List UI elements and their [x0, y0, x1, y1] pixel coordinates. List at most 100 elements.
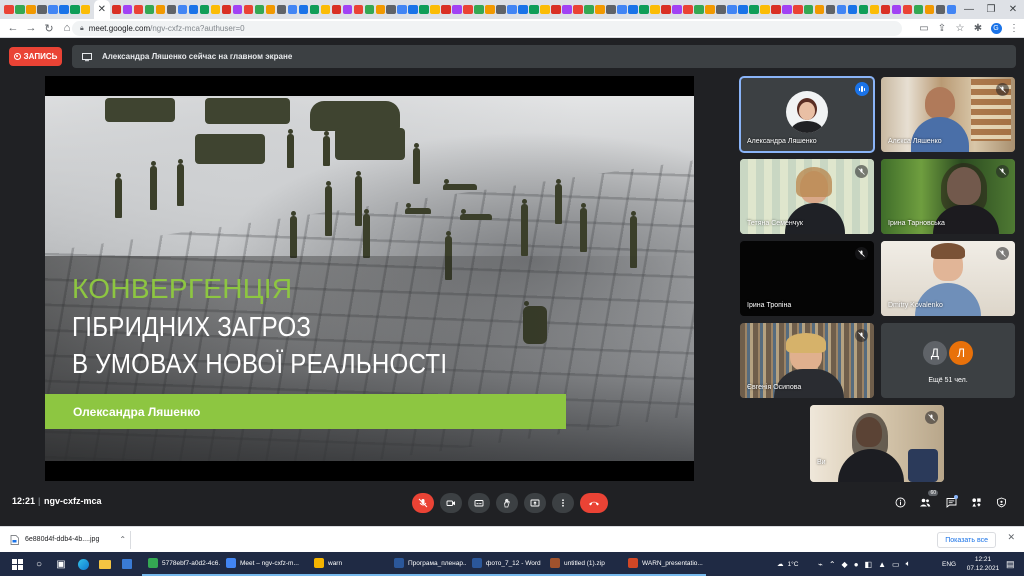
participant-tile[interactable]: Dmitry Kovalenko — [881, 241, 1015, 316]
browser-tab[interactable] — [485, 5, 495, 14]
browser-tab[interactable] — [540, 5, 550, 14]
browser-tab[interactable] — [716, 5, 726, 14]
participant-tile[interactable]: Ірина Тропіна — [740, 241, 874, 316]
browser-tab[interactable] — [287, 5, 298, 14]
browser-tab[interactable] — [232, 5, 243, 14]
browser-tab[interactable] — [595, 5, 605, 14]
browser-tab[interactable] — [847, 5, 858, 14]
profile-button[interactable]: G — [988, 20, 1004, 37]
browser-tab[interactable] — [836, 5, 847, 14]
browser-tab[interactable] — [177, 5, 188, 14]
browser-tab[interactable] — [694, 5, 704, 14]
edge-icon[interactable] — [72, 552, 94, 576]
browser-tab[interactable] — [639, 5, 649, 14]
tray-app-icon[interactable]: ◧ — [865, 560, 873, 569]
host-controls-button[interactable] — [993, 494, 1009, 510]
tray-app-icon[interactable]: ◆ — [842, 560, 848, 569]
browser-tab[interactable] — [452, 5, 462, 14]
browser-tab[interactable] — [331, 5, 342, 14]
browser-tab[interactable] — [408, 5, 419, 14]
taskbar-app[interactable]: фото_7_12 - Word — [466, 552, 544, 576]
browser-tab[interactable] — [265, 5, 276, 14]
network-icon[interactable]: ⌁ — [818, 560, 823, 569]
browser-tab[interactable] — [243, 5, 254, 14]
browser-tab[interactable] — [397, 5, 408, 14]
close-downloads-icon[interactable]: ✕ — [1007, 532, 1015, 543]
download-item[interactable]: 6e880d4f-ddb4-4b....jpg ⌃ — [0, 534, 126, 545]
taskbar-app[interactable]: 5778ebf7-a0d2-4c6... — [142, 552, 220, 576]
show-all-downloads-button[interactable]: Показать все — [937, 532, 996, 548]
more-options-button[interactable] — [552, 493, 574, 513]
browser-tab[interactable] — [551, 5, 561, 14]
bookmark-star-icon[interactable]: ☆ — [952, 20, 968, 37]
browser-tab[interactable] — [353, 5, 364, 14]
browser-tab[interactable] — [781, 5, 792, 14]
browser-tab[interactable] — [727, 5, 737, 14]
browser-tab[interactable] — [155, 5, 166, 14]
browser-tab[interactable] — [935, 5, 946, 14]
browser-tab[interactable] — [4, 5, 14, 14]
window-close-icon[interactable]: ✕ — [1002, 0, 1024, 19]
browser-tab[interactable] — [122, 5, 133, 14]
participants-button[interactable]: 60 — [917, 490, 938, 510]
browser-tab[interactable] — [364, 5, 375, 14]
browser-tab[interactable] — [276, 5, 287, 14]
browser-tab[interactable] — [661, 5, 671, 14]
browser-tab[interactable] — [188, 5, 199, 14]
browser-tab[interactable] — [617, 5, 627, 14]
browser-tab[interactable] — [825, 5, 836, 14]
browser-tab[interactable] — [880, 5, 891, 14]
browser-tab[interactable] — [14, 5, 25, 14]
back-icon[interactable]: ← — [4, 19, 22, 37]
camera-permission-icon[interactable]: ▭ — [916, 20, 932, 37]
extensions-icon[interactable]: ✱ — [970, 20, 986, 37]
browser-menu-icon[interactable]: ⋮ — [1006, 20, 1022, 37]
weather-widget[interactable]: ☁ 1°C — [777, 552, 798, 576]
share-icon[interactable]: ⇪ — [934, 20, 950, 37]
browser-tab[interactable] — [737, 5, 748, 14]
search-icon[interactable]: ○ — [28, 552, 50, 576]
taskbar-app[interactable]: WARN_presentatio... — [622, 552, 706, 576]
browser-tab[interactable] — [463, 5, 473, 14]
task-view-icon[interactable]: ▣ — [50, 552, 72, 576]
browser-tab[interactable] — [562, 5, 572, 14]
participant-tile[interactable]: Александра Ляшенко — [739, 76, 875, 153]
browser-tab[interactable] — [254, 5, 265, 14]
active-tab[interactable]: ✕ — [93, 0, 110, 19]
browser-tab[interactable] — [529, 5, 539, 14]
self-view-tile[interactable]: Ви — [810, 405, 944, 482]
camera-toggle-button[interactable] — [440, 493, 462, 513]
browser-tab[interactable] — [25, 5, 36, 14]
browser-tab[interactable] — [375, 5, 386, 14]
browser-tab[interactable] — [309, 5, 320, 14]
browser-tab[interactable] — [441, 5, 451, 14]
browser-tab[interactable] — [386, 5, 397, 14]
volume-icon[interactable]: 🔈︎ — [906, 559, 911, 569]
browser-tab[interactable] — [474, 5, 484, 14]
browser-tab[interactable] — [69, 5, 80, 14]
browser-tab[interactable] — [902, 5, 913, 14]
reload-icon[interactable]: ↻ — [40, 19, 58, 37]
taskbar-app[interactable]: warn — [308, 552, 388, 576]
language-indicator[interactable]: ENG — [942, 552, 956, 576]
browser-tab[interactable] — [891, 5, 902, 14]
browser-tab[interactable] — [144, 5, 155, 14]
close-tab-icon[interactable]: ✕ — [98, 4, 106, 15]
chevron-up-icon[interactable]: ⌃ — [829, 560, 836, 569]
browser-tab[interactable] — [47, 5, 58, 14]
browser-tab[interactable] — [748, 5, 759, 14]
browser-tab[interactable] — [573, 5, 583, 14]
battery-icon[interactable]: ▭ — [892, 560, 900, 569]
minimize-icon[interactable]: — — [958, 0, 980, 19]
browser-tab[interactable] — [111, 5, 122, 14]
maximize-icon[interactable]: ❐ — [980, 0, 1002, 19]
present-now-button[interactable] — [524, 493, 546, 513]
browser-tab[interactable] — [518, 5, 528, 14]
mic-toggle-button[interactable] — [412, 493, 434, 513]
browser-tab[interactable] — [913, 5, 924, 14]
browser-tab[interactable] — [858, 5, 869, 14]
browser-tab[interactable] — [199, 5, 210, 14]
store-icon[interactable] — [116, 552, 138, 576]
browser-tab[interactable] — [210, 5, 221, 14]
browser-tab[interactable] — [507, 5, 517, 14]
